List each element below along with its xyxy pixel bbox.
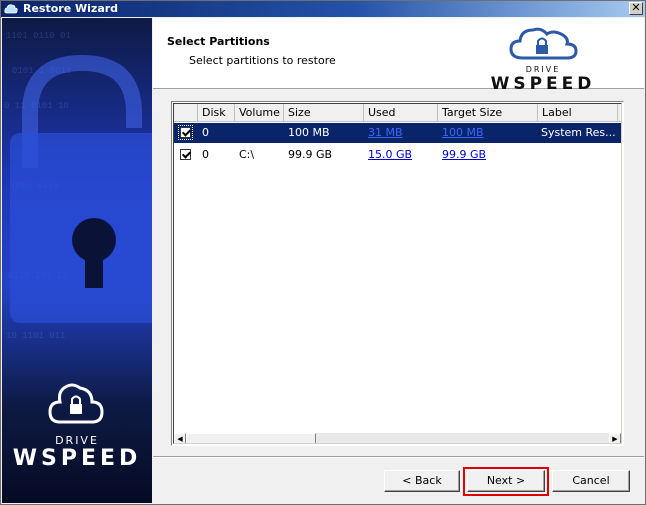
page-subtitle: Select partitions to restore [189, 54, 336, 67]
restore-wizard-window: Restore Wizard ✕ 1101 0110 01 0101 1 0011… [0, 0, 646, 505]
partition-list-inner: Disk Volume Size Used Target Size Label … [173, 103, 622, 444]
brand-logo: DRIVE WSPEED [483, 22, 603, 94]
side-banner: 1101 0110 010101 1 0011 0 11 0101 101010… [2, 18, 152, 503]
cell-used-link[interactable]: 15.0 GB [368, 145, 412, 165]
scroll-left-button[interactable]: ◀ [174, 433, 186, 443]
cell-extra: N [620, 123, 621, 143]
column-header-extra[interactable] [618, 104, 621, 122]
cell-label [541, 145, 617, 165]
next-button[interactable]: Next > [467, 470, 545, 492]
back-button[interactable]: < Back [384, 470, 460, 492]
column-header-target-size[interactable]: Target Size [438, 104, 538, 122]
cell-target-size-link[interactable]: 99.9 GB [442, 145, 486, 165]
row-checkbox[interactable] [178, 125, 193, 140]
scroll-thumb[interactable] [186, 433, 316, 443]
horizontal-scrollbar[interactable]: ◀ ▶ [174, 433, 621, 443]
cell-target-size-link[interactable]: 100 MB [442, 123, 484, 143]
partition-list[interactable]: Disk Volume Size Used Target Size Label … [171, 101, 624, 446]
svg-text:1101 0110 01: 1101 0110 01 [6, 31, 71, 41]
column-header-check[interactable] [174, 104, 198, 122]
cloud-app-icon [4, 4, 18, 14]
column-header-volume[interactable]: Volume [235, 104, 284, 122]
side-brand-name: WSPEED [12, 446, 142, 471]
page-title: Select Partitions [167, 35, 270, 48]
column-header-used[interactable]: Used [364, 104, 438, 122]
title-bar[interactable]: Restore Wizard ✕ [1, 1, 645, 17]
cell-size: 99.9 GB [288, 148, 333, 161]
brand-drive: DRIVE [525, 65, 561, 74]
column-header-size[interactable]: Size [284, 104, 364, 122]
brand-name: WSPEED [490, 74, 596, 94]
cell-volume: C:\ [239, 148, 255, 161]
cell-disk: 0 [202, 126, 209, 139]
wizard-header: Select Partitions Select partitions to r… [153, 18, 644, 94]
window-title: Restore Wizard [23, 2, 119, 15]
cloud-lock-icon [509, 27, 578, 60]
cell-label: System Res... [541, 126, 616, 139]
cell-used-link[interactable]: 31 MB [368, 123, 403, 143]
table-row[interactable]: 0 100 MB 31 MB 100 MB System Res... N [174, 123, 621, 143]
footer-divider [153, 456, 644, 458]
close-button[interactable]: ✕ [629, 2, 643, 15]
cancel-button[interactable]: Cancel [552, 470, 630, 492]
cell-size: 100 MB [288, 126, 330, 139]
table-row[interactable]: 0 C:\ 99.9 GB 15.0 GB 99.9 GB N [174, 145, 621, 165]
cell-disk: 0 [202, 148, 209, 161]
cell-extra: N [620, 145, 621, 165]
scroll-right-button[interactable]: ▶ [609, 433, 621, 443]
row-checkbox[interactable] [180, 149, 191, 160]
padlock-background-icon: 1101 0110 010101 1 0011 0 11 0101 101010… [4, 31, 152, 424]
column-header-label[interactable]: Label [538, 104, 618, 122]
svg-text:10 1101 011: 10 1101 011 [6, 331, 65, 341]
column-header-disk[interactable]: Disk [198, 104, 235, 122]
